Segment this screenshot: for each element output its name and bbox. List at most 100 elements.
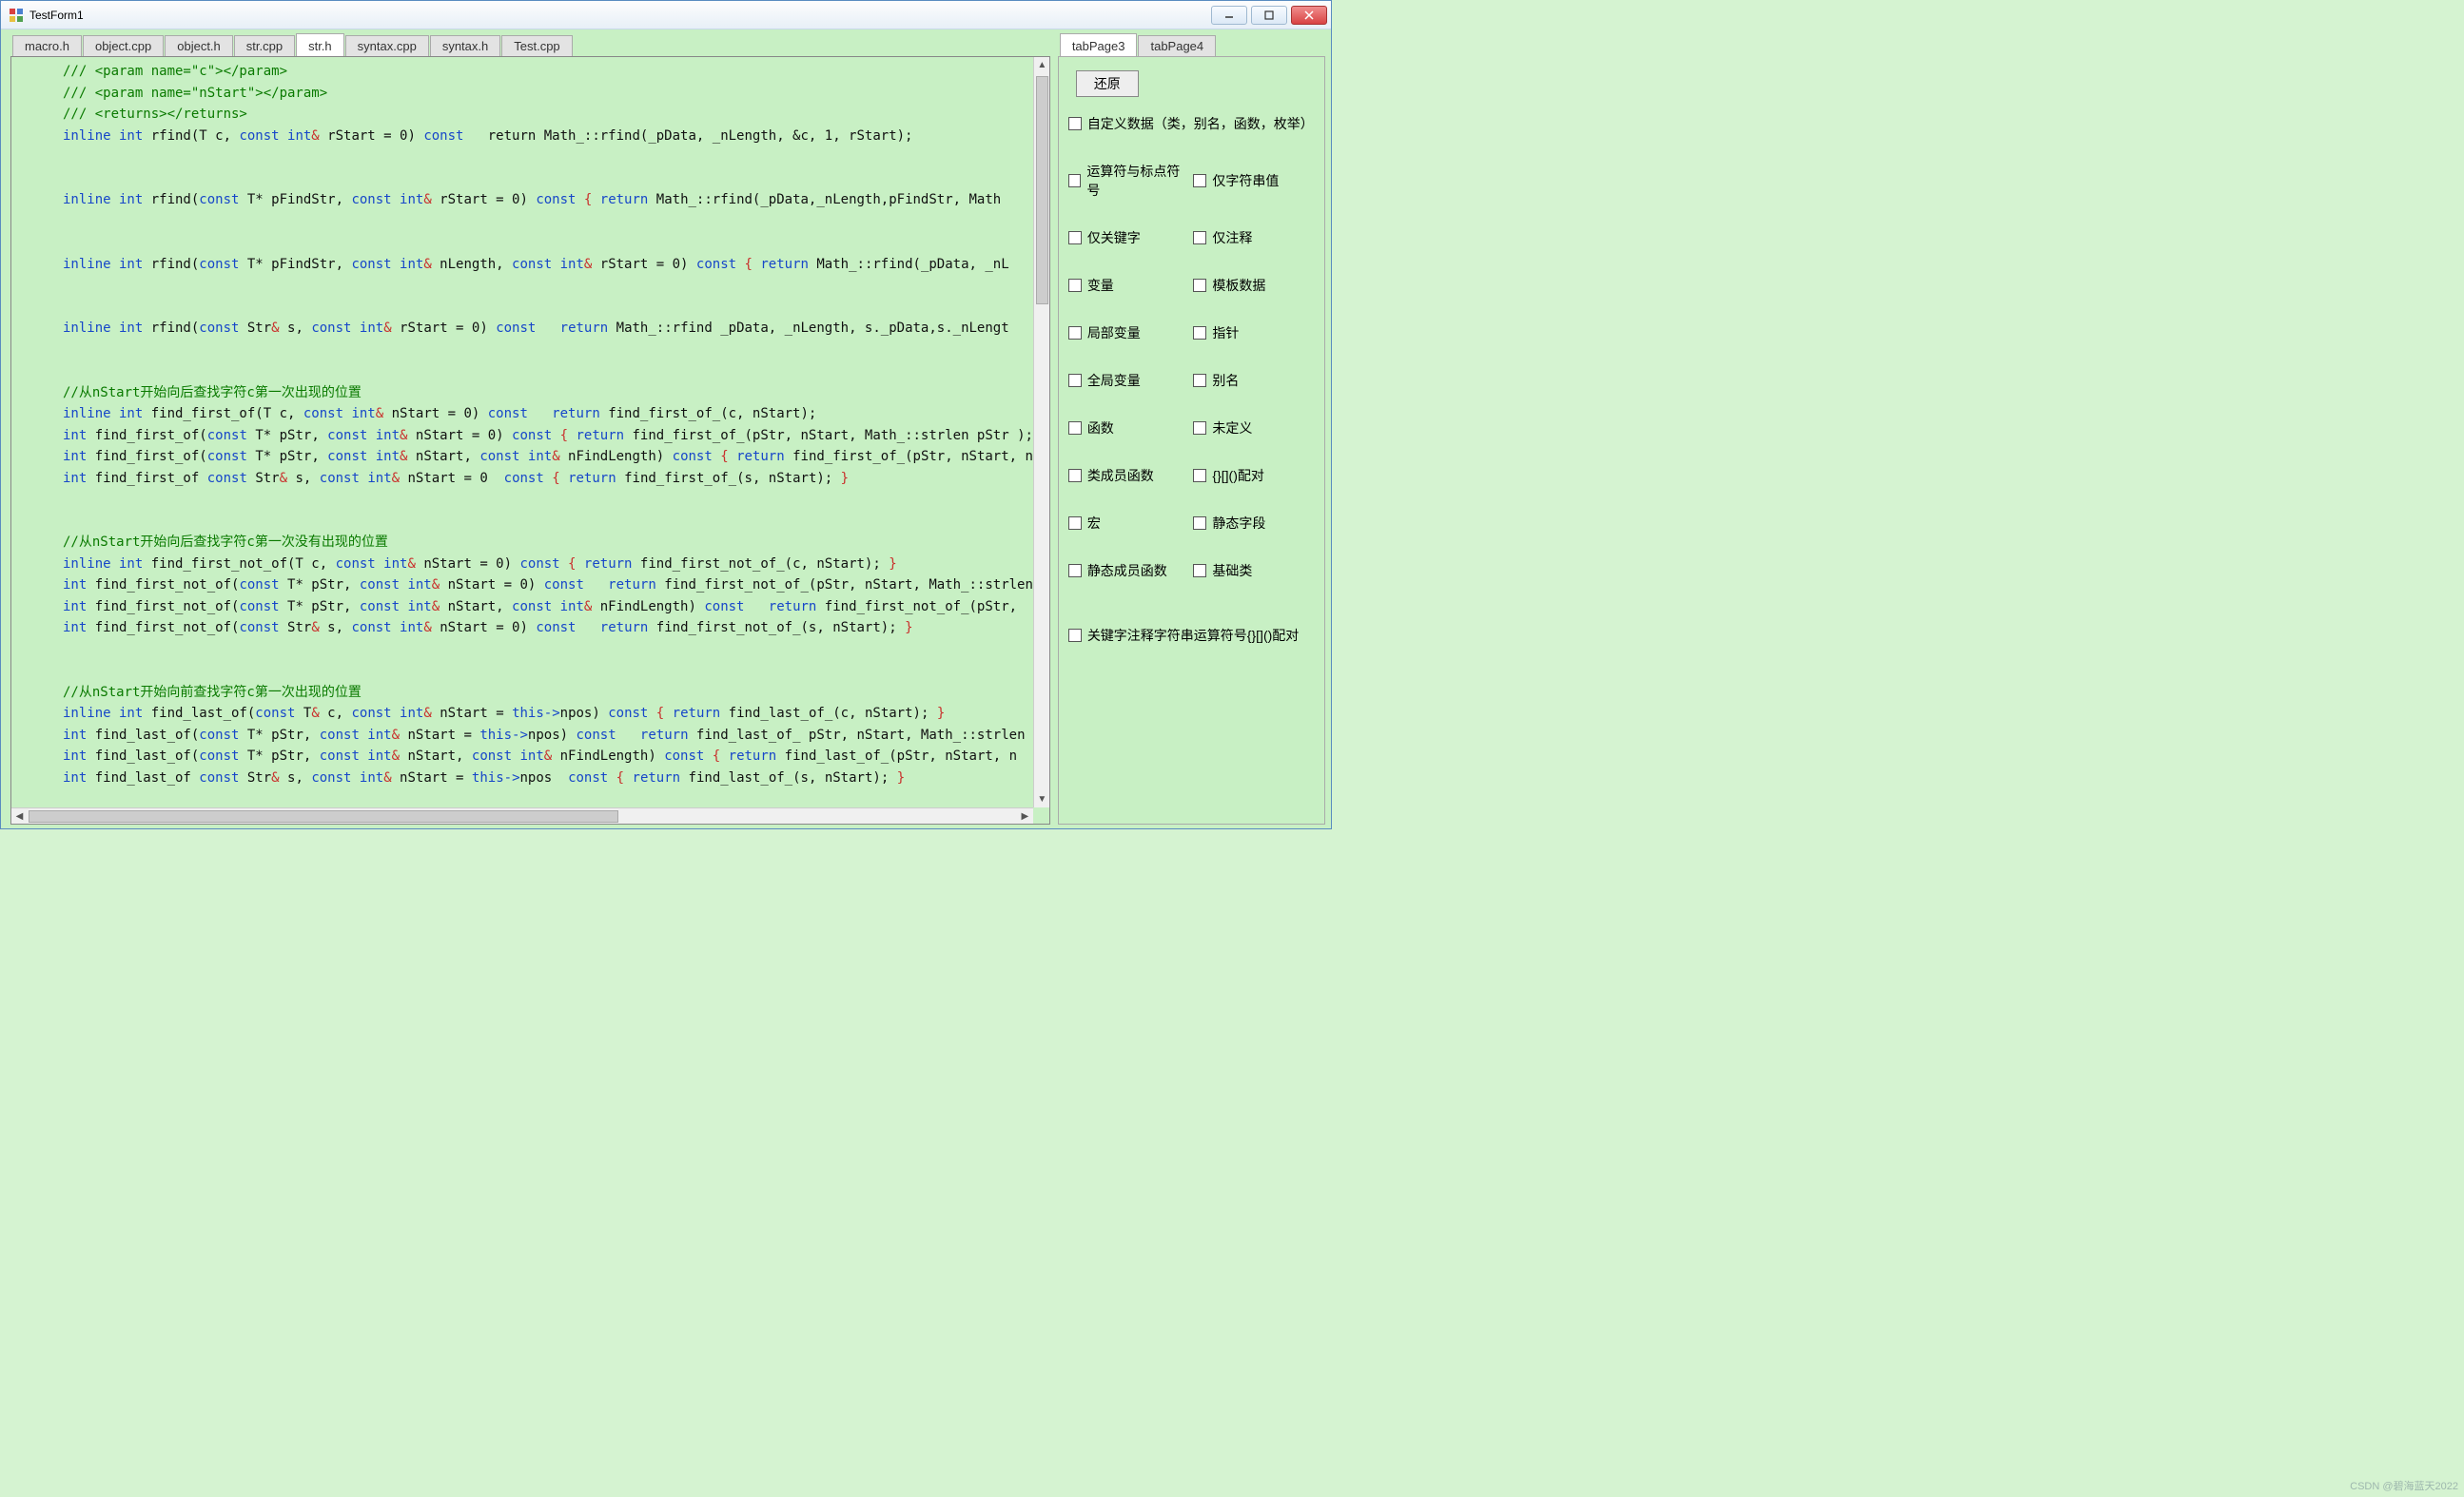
- checkbox-icon: [1068, 374, 1082, 387]
- checkbox-label: 仅字符串值: [1212, 171, 1279, 190]
- scroll-right-icon[interactable]: ▶: [1017, 808, 1033, 825]
- scroll-up-icon[interactable]: ▲: [1034, 57, 1050, 73]
- checkbox-item[interactable]: 静态字段: [1193, 514, 1315, 533]
- checkbox-item[interactable]: {}[]()配对: [1193, 466, 1315, 485]
- checkbox-item[interactable]: 别名: [1193, 371, 1315, 390]
- restore-button[interactable]: 还原: [1076, 70, 1139, 97]
- checkbox-label: {}[]()配对: [1212, 466, 1263, 485]
- horizontal-scrollbar[interactable]: ◀ ▶: [11, 807, 1033, 824]
- checkbox-icon: [1193, 374, 1206, 387]
- checkbox-item[interactable]: 局部变量: [1068, 323, 1190, 342]
- tab-syntax-h[interactable]: syntax.h: [430, 35, 500, 56]
- checkbox-icon: [1193, 564, 1206, 577]
- file-tabs: macro.h object.cpp object.h str.cpp str.…: [10, 33, 1050, 56]
- checkbox-label: 指针: [1212, 323, 1239, 342]
- checkbox-label: 局部变量: [1087, 323, 1141, 342]
- checkbox-label: 类成员函数: [1087, 466, 1154, 485]
- code-line: /// <param name="nStart"></param>: [63, 86, 327, 101]
- checkbox-item[interactable]: 基础类: [1193, 561, 1315, 580]
- scroll-left-icon[interactable]: ◀: [11, 808, 28, 825]
- checkbox-icon: [1068, 469, 1082, 482]
- options-body: 还原 自定义数据（类，别名，函数，枚举） 运算符与标点符号 仅字符串值仅关键字 仅注…: [1058, 56, 1325, 825]
- checkbox-label: 全局变量: [1087, 371, 1141, 390]
- tab-macro-h[interactable]: macro.h: [12, 35, 82, 56]
- checkbox-item[interactable]: 变量: [1068, 276, 1190, 295]
- checkbox-icon: [1068, 279, 1082, 292]
- checkbox-icon: [1068, 564, 1082, 577]
- app-window: TestForm1 macro.h object.cpp object.h st…: [0, 0, 1332, 829]
- checkbox-label: 别名: [1212, 371, 1239, 390]
- checkbox-item[interactable]: 仅字符串值: [1193, 162, 1315, 200]
- checkbox-icon: [1193, 469, 1206, 482]
- code-line: /// <param name="c"></param>: [63, 64, 287, 79]
- tab-tabpage3[interactable]: tabPage3: [1060, 33, 1138, 56]
- window-title: TestForm1: [29, 9, 84, 22]
- checkbox-label: 运算符与标点符号: [1086, 162, 1189, 200]
- checkbox-icon: [1193, 421, 1206, 435]
- checkbox-icon: [1193, 516, 1206, 530]
- app-icon: [9, 8, 24, 23]
- scroll-down-icon[interactable]: ▼: [1034, 791, 1050, 807]
- checkbox-icon: [1193, 231, 1206, 244]
- watermark: CSDN @碧海蓝天2022: [2350, 1478, 2458, 1493]
- checkbox-item[interactable]: 函数: [1068, 418, 1190, 437]
- checkbox-item[interactable]: 未定义: [1193, 418, 1315, 437]
- checkbox-icon: [1068, 231, 1082, 244]
- tab-test-cpp[interactable]: Test.cpp: [501, 35, 572, 56]
- vertical-scrollbar[interactable]: ▲ ▼: [1033, 57, 1049, 807]
- checkbox-icon: [1193, 174, 1206, 187]
- checkbox-item[interactable]: 仅关键字: [1068, 228, 1190, 247]
- close-button[interactable]: [1291, 6, 1327, 25]
- tab-object-cpp[interactable]: object.cpp: [83, 35, 164, 56]
- checkbox-grid: 运算符与标点符号 仅字符串值仅关键字 仅注释变量 模板数据局部变量 指针全局变量 别名函数…: [1068, 162, 1315, 580]
- checkbox-item[interactable]: 仅注释: [1193, 228, 1315, 247]
- editor-area: /// <param name="c"></param> /// <param …: [10, 56, 1050, 825]
- checkbox-label: 静态字段: [1212, 514, 1265, 533]
- checkbox-label: 未定义: [1212, 418, 1252, 437]
- code-editor[interactable]: /// <param name="c"></param> /// <param …: [11, 57, 1049, 824]
- titlebar: TestForm1: [1, 1, 1331, 29]
- code-line: /// <returns></returns>: [63, 107, 247, 122]
- checkbox-label: 静态成员函数: [1087, 561, 1167, 580]
- checkbox-item[interactable]: 宏: [1068, 514, 1190, 533]
- checkbox-item[interactable]: 静态成员函数: [1068, 561, 1190, 580]
- checkbox-bottom: 关键字注释字符串运算符号{}[]()配对: [1068, 626, 1315, 645]
- maximize-button[interactable]: [1251, 6, 1287, 25]
- checkbox-custom-data[interactable]: 自定义数据（类，别名，函数，枚举）: [1068, 114, 1315, 133]
- options-pane: tabPage3 tabPage4 还原 自定义数据（类，别名，函数，枚举） 运…: [1054, 29, 1331, 828]
- tab-object-h[interactable]: object.h: [165, 35, 233, 56]
- checkbox-icon: [1068, 516, 1082, 530]
- checkbox-icon: [1193, 279, 1206, 292]
- checkbox-label: 关键字注释字符串运算符号{}[]()配对: [1087, 626, 1299, 645]
- checkbox-label: 基础类: [1212, 561, 1252, 580]
- checkbox-label: 仅关键字: [1087, 228, 1141, 247]
- scroll-thumb[interactable]: [1036, 76, 1048, 304]
- checkbox-label: 自定义数据（类，别名，函数，枚举）: [1087, 114, 1314, 133]
- checkbox-item[interactable]: 类成员函数: [1068, 466, 1190, 485]
- checkbox-icon: [1068, 421, 1082, 435]
- tab-tabpage4[interactable]: tabPage4: [1138, 35, 1216, 56]
- checkbox-item[interactable]: 运算符与标点符号: [1068, 162, 1190, 200]
- minimize-button[interactable]: [1211, 6, 1247, 25]
- checkbox-label: 函数: [1087, 418, 1114, 437]
- checkbox-item[interactable]: 指针: [1193, 323, 1315, 342]
- checkbox-icon: [1068, 117, 1082, 130]
- checkbox-icon: [1193, 326, 1206, 340]
- code-pane: macro.h object.cpp object.h str.cpp str.…: [1, 29, 1054, 828]
- checkbox-all-pair[interactable]: 关键字注释字符串运算符号{}[]()配对: [1068, 626, 1315, 645]
- checkbox-label: 模板数据: [1212, 276, 1265, 295]
- checkbox-label: 宏: [1087, 514, 1101, 533]
- scroll-thumb-h[interactable]: [29, 810, 618, 823]
- tab-str-cpp[interactable]: str.cpp: [234, 35, 295, 56]
- checkbox-label: 变量: [1087, 276, 1114, 295]
- checkbox-icon: [1068, 629, 1082, 642]
- checkbox-item[interactable]: 全局变量: [1068, 371, 1190, 390]
- checkbox-icon: [1068, 174, 1082, 187]
- tab-syntax-cpp[interactable]: syntax.cpp: [345, 35, 429, 56]
- option-tabs: tabPage3 tabPage4: [1058, 33, 1325, 56]
- tab-str-h[interactable]: str.h: [296, 33, 344, 56]
- checkbox-item[interactable]: 模板数据: [1193, 276, 1315, 295]
- checkbox-label: 仅注释: [1212, 228, 1252, 247]
- checkbox-icon: [1068, 326, 1082, 340]
- window-controls: [1211, 6, 1331, 25]
